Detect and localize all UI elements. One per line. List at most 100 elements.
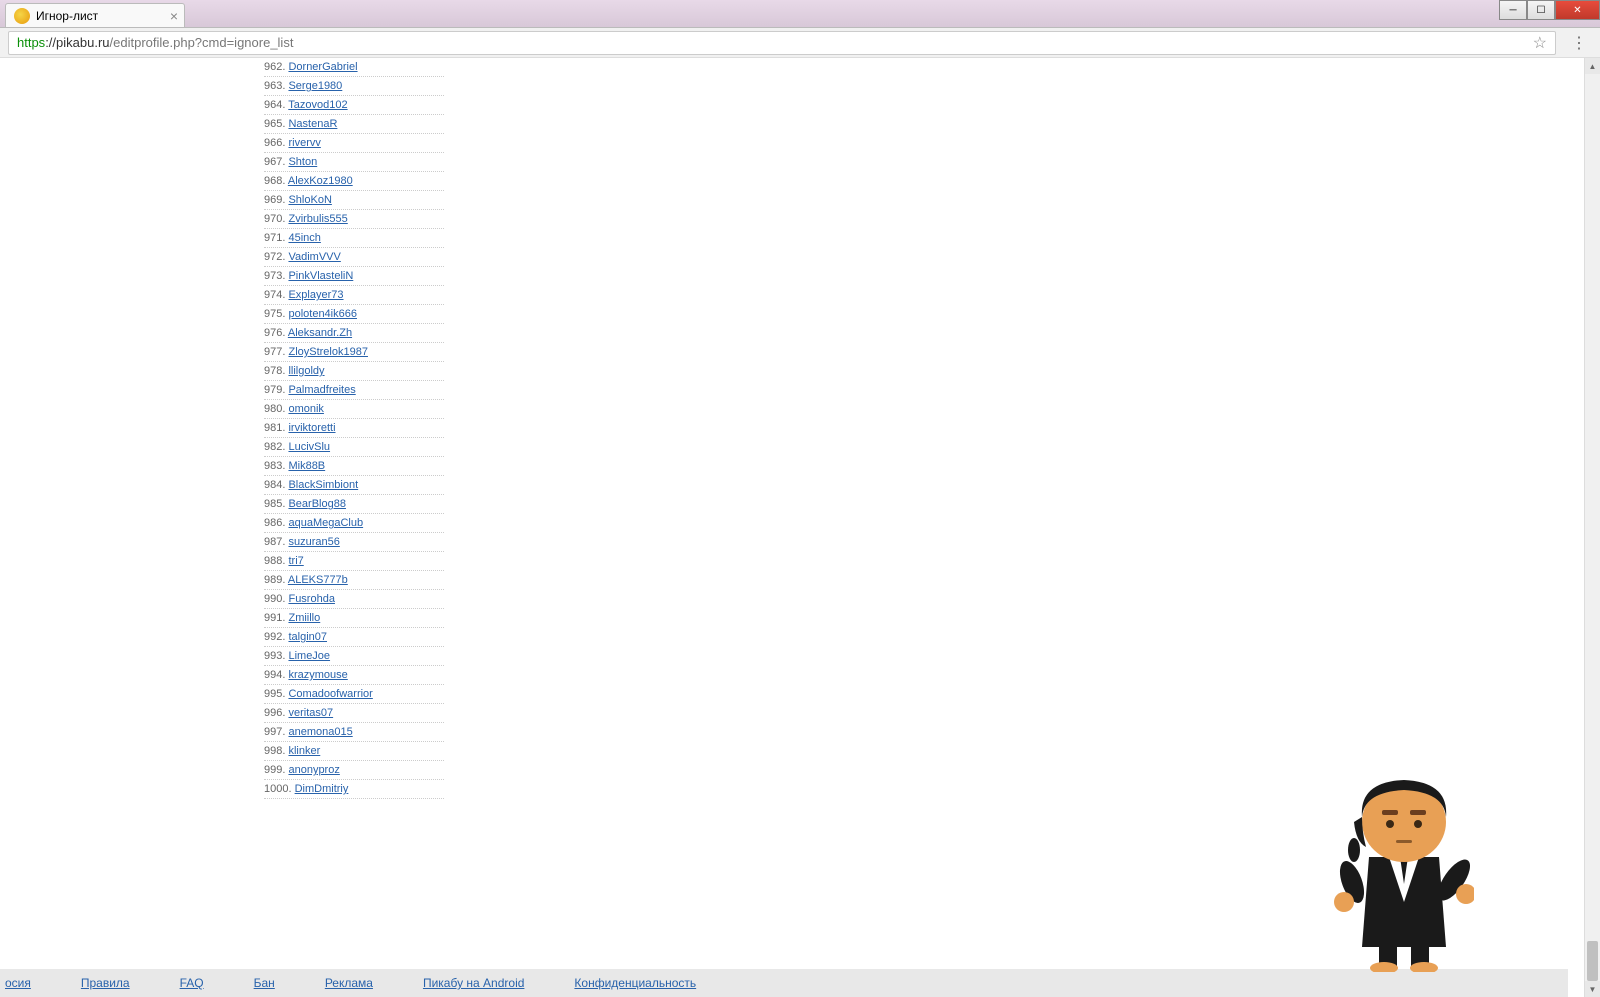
user-link[interactable]: Shton — [288, 156, 317, 168]
user-link[interactable]: Comadoofwarrior — [288, 688, 372, 700]
scrollbar-thumb[interactable] — [1587, 941, 1598, 981]
ignore-list-item: 993. LimeJoe — [264, 647, 444, 666]
user-link[interactable]: Mik88B — [288, 460, 325, 472]
user-link[interactable]: Explayer73 — [288, 289, 343, 301]
user-link[interactable]: LucivSlu — [288, 441, 330, 453]
window-close-button[interactable]: ✕ — [1555, 0, 1600, 20]
page-footer: осия Правила FAQ Бан Реклама Пикабу на Androi… — [0, 969, 1568, 997]
vertical-scrollbar[interactable]: ▲ ▼ — [1584, 58, 1600, 997]
user-link[interactable]: Tazovod102 — [288, 99, 347, 111]
user-link[interactable]: AlexKoz1980 — [288, 175, 353, 187]
ignore-list-item: 980. omonik — [264, 400, 444, 419]
user-link[interactable]: klinker — [288, 745, 320, 757]
footer-link[interactable]: Реклама — [325, 976, 373, 990]
ignore-list-item: 976. Aleksandr.Zh — [264, 324, 444, 343]
window-controls: ─ ☐ ✕ — [1499, 0, 1600, 20]
user-link[interactable]: anonyproz — [288, 764, 339, 776]
list-item-number: 971. — [264, 232, 288, 244]
tab-close-icon[interactable]: × — [170, 8, 178, 24]
browser-menu-icon[interactable]: ⋮ — [1566, 33, 1592, 53]
user-link[interactable]: Zvirbulis555 — [288, 213, 347, 225]
user-link[interactable]: tri7 — [288, 555, 303, 567]
list-item-number: 969. — [264, 194, 288, 206]
list-item-number: 979. — [264, 384, 288, 396]
ignore-list-item: 974. Explayer73 — [264, 286, 444, 305]
user-link[interactable]: krazymouse — [288, 669, 347, 681]
list-item-number: 965. — [264, 118, 288, 130]
browser-tab[interactable]: Игнор-лист × — [5, 3, 185, 27]
user-link[interactable]: NastenaR — [288, 118, 337, 130]
user-link[interactable]: VadimVVV — [288, 251, 340, 263]
user-link[interactable]: llilgoldy — [288, 365, 324, 377]
list-item-number: 1000. — [264, 783, 295, 795]
url-path: /editprofile.php?cmd=ignore_list — [110, 35, 294, 50]
ignore-list-item: 968. AlexKoz1980 — [264, 172, 444, 191]
ignore-list-item: 997. anemona015 — [264, 723, 444, 742]
user-link[interactable]: DimDmitriy — [295, 783, 349, 795]
user-link[interactable]: poloten4ik666 — [288, 308, 357, 320]
user-link[interactable]: anemona015 — [288, 726, 352, 738]
user-link[interactable]: ShloKoN — [288, 194, 331, 206]
ignore-list-item: 1000. DimDmitriy — [264, 780, 444, 799]
user-link[interactable]: PinkVlasteliN — [288, 270, 353, 282]
list-item-number: 972. — [264, 251, 288, 263]
user-link[interactable]: ALEKS777b — [288, 574, 348, 586]
user-link[interactable]: irviktoretti — [288, 422, 335, 434]
list-item-number: 974. — [264, 289, 288, 301]
ignore-list-item: 971. 45inch — [264, 229, 444, 248]
list-item-number: 976. — [264, 327, 288, 339]
ignore-list-item: 966. rivervv — [264, 134, 444, 153]
scroll-down-arrow-icon[interactable]: ▼ — [1585, 981, 1600, 997]
user-link[interactable]: Zmiillo — [288, 612, 320, 624]
bookmark-star-icon[interactable]: ☆ — [1533, 33, 1547, 53]
user-link[interactable]: veritas07 — [288, 707, 333, 719]
window-minimize-button[interactable]: ─ — [1499, 0, 1527, 20]
user-link[interactable]: Serge1980 — [288, 80, 342, 92]
user-link[interactable]: BearBlog88 — [288, 498, 346, 510]
ignore-list-item: 975. poloten4ik666 — [264, 305, 444, 324]
list-item-number: 987. — [264, 536, 288, 548]
user-link[interactable]: 45inch — [288, 232, 320, 244]
user-link[interactable]: Fusrohda — [288, 593, 334, 605]
ignore-list-item: 970. Zvirbulis555 — [264, 210, 444, 229]
list-item-number: 963. — [264, 80, 288, 92]
footer-link[interactable]: Бан — [254, 976, 275, 990]
scroll-up-arrow-icon[interactable]: ▲ — [1585, 58, 1600, 74]
list-item-number: 992. — [264, 631, 288, 643]
user-link[interactable]: suzuran56 — [288, 536, 339, 548]
ignore-list-item: 982. LucivSlu — [264, 438, 444, 457]
user-link[interactable]: rivervv — [288, 137, 320, 149]
list-item-number: 997. — [264, 726, 288, 738]
footer-link[interactable]: Пикабу на Android — [423, 976, 524, 990]
url-input[interactable]: https://pikabu.ru/editprofile.php?cmd=ig… — [8, 31, 1556, 55]
list-item-number: 968. — [264, 175, 288, 187]
ignore-list-item: 989. ALEKS777b — [264, 571, 444, 590]
user-link[interactable]: aquaMegaClub — [288, 517, 363, 529]
ignore-list-item: 984. BlackSimbiont — [264, 476, 444, 495]
window-maximize-button[interactable]: ☐ — [1527, 0, 1555, 20]
user-link[interactable]: Palmadfreites — [288, 384, 355, 396]
list-item-number: 973. — [264, 270, 288, 282]
list-item-number: 977. — [264, 346, 288, 358]
user-link[interactable]: BlackSimbiont — [288, 479, 358, 491]
footer-link[interactable]: Правила — [81, 976, 130, 990]
list-item-number: 996. — [264, 707, 288, 719]
user-link[interactable]: omonik — [288, 403, 323, 415]
user-link[interactable]: Aleksandr.Zh — [288, 327, 352, 339]
list-item-number: 995. — [264, 688, 288, 700]
user-link[interactable]: LimeJoe — [288, 650, 330, 662]
list-item-number: 993. — [264, 650, 288, 662]
footer-link[interactable]: осия — [5, 976, 31, 990]
user-link[interactable]: talgin07 — [288, 631, 327, 643]
ignore-list-item: 965. NastenaR — [264, 115, 444, 134]
list-item-number: 967. — [264, 156, 288, 168]
list-item-number: 986. — [264, 517, 288, 529]
ignore-list-item: 963. Serge1980 — [264, 77, 444, 96]
ignore-list-item: 998. klinker — [264, 742, 444, 761]
user-link[interactable]: ZloyStrelok1987 — [288, 346, 368, 358]
footer-link[interactable]: Конфиденциальность — [574, 976, 696, 990]
ignore-list-item: 992. talgin07 — [264, 628, 444, 647]
user-link[interactable]: DornerGabriel — [288, 61, 357, 73]
ignore-list-item: 962. DornerGabriel — [264, 58, 444, 77]
footer-link[interactable]: FAQ — [180, 976, 204, 990]
